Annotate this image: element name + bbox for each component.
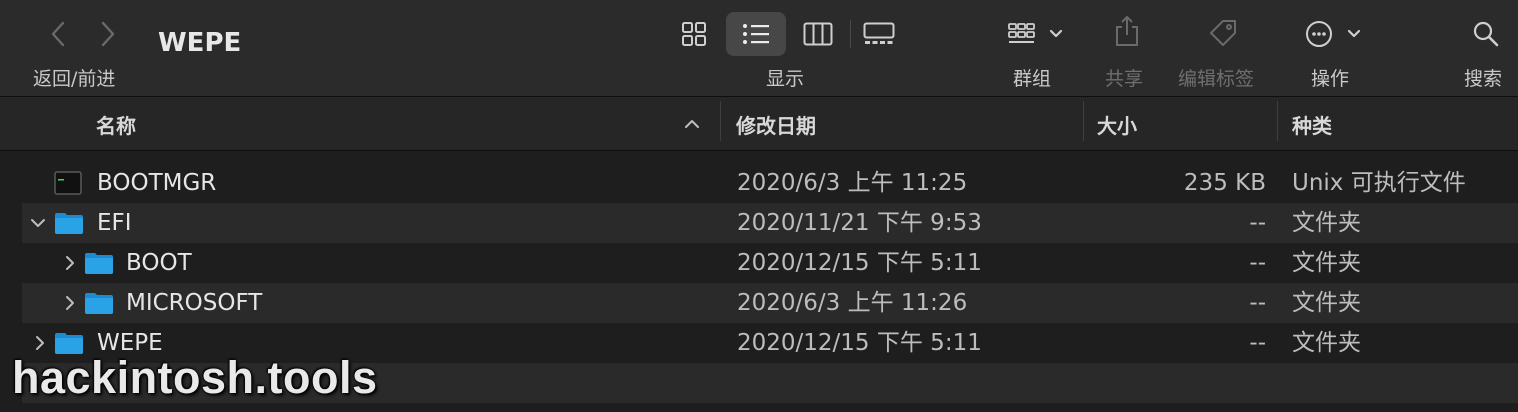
grid-view-icon: [682, 22, 706, 46]
file-size: --: [1249, 210, 1266, 236]
file-kind: Unix 可执行文件: [1292, 170, 1466, 196]
column-separator[interactable]: [1277, 101, 1278, 141]
share-label: 共享: [1105, 68, 1144, 90]
folder-icon: [54, 203, 84, 243]
column-separator[interactable]: [1083, 101, 1084, 141]
share-button[interactable]: [1112, 14, 1142, 48]
column-separator[interactable]: [720, 101, 721, 141]
column-view-button[interactable]: [802, 20, 834, 48]
file-name: BOOTMGR: [97, 170, 217, 196]
back-button[interactable]: [44, 20, 72, 48]
columns-view-icon: [803, 22, 833, 46]
column-header-name[interactable]: 名称: [96, 110, 136, 139]
column-header-modified[interactable]: 修改日期: [736, 110, 816, 139]
watermark-text: hackintosh.tools: [12, 352, 378, 403]
gallery-view-icon: [863, 22, 895, 44]
gallery-view-button[interactable]: [862, 20, 896, 48]
file-size: --: [1249, 250, 1266, 276]
file-name: BOOT: [126, 250, 192, 276]
file-date: 2020/6/3 上午 11:25: [737, 170, 968, 196]
group-button[interactable]: [1006, 20, 1070, 48]
file-date: 2020/12/15 下午 5:11: [737, 250, 982, 276]
file-size: --: [1249, 330, 1266, 356]
icon-view-button[interactable]: [680, 20, 708, 48]
view-label: 显示: [766, 68, 805, 90]
file-date: 2020/11/21 下午 9:53: [737, 210, 982, 236]
forward-button[interactable]: [94, 20, 122, 48]
list-view-icon: [743, 24, 769, 44]
tags-label: 编辑标签: [1178, 68, 1255, 90]
search-button[interactable]: [1470, 18, 1502, 50]
file-kind: 文件夹: [1292, 210, 1361, 236]
file-row-microsoft[interactable]: MICROSOFT 2020/6/3 上午 11:26 -- 文件夹: [22, 283, 1518, 323]
file-kind: 文件夹: [1292, 290, 1361, 316]
folder-icon: [84, 283, 114, 323]
file-kind: 文件夹: [1292, 250, 1361, 276]
nav-label: 返回/前进: [33, 68, 116, 90]
file-row-boot[interactable]: BOOT 2020/12/15 下午 5:11 -- 文件夹: [22, 243, 1518, 283]
file-date: 2020/12/15 下午 5:11: [737, 330, 982, 356]
group-label: 群组: [1013, 68, 1052, 90]
file-size: 235 KB: [1183, 170, 1266, 196]
tags-button[interactable]: [1206, 16, 1240, 50]
view-separator: [850, 20, 851, 48]
chevron-left-icon: [51, 21, 65, 47]
action-label: 操作: [1311, 68, 1350, 90]
file-name: EFI: [97, 210, 132, 236]
file-name: MICROSOFT: [126, 290, 263, 316]
group-icon: [1008, 23, 1063, 43]
file-date: 2020/6/3 上午 11:26: [737, 290, 968, 316]
executable-icon: [54, 163, 82, 203]
chevron-down-icon: [1049, 29, 1063, 38]
action-button[interactable]: [1304, 18, 1366, 50]
chevron-right-icon: [101, 21, 115, 47]
window-title: WEPE: [158, 28, 242, 58]
header-divider: [0, 150, 1518, 151]
column-header-kind[interactable]: 种类: [1292, 110, 1332, 139]
tag-icon: [1210, 20, 1236, 46]
disclosure-expanded-icon[interactable]: [28, 203, 48, 243]
file-size: --: [1249, 290, 1266, 316]
column-header-size[interactable]: 大小: [1097, 110, 1137, 139]
file-row-bootmgr[interactable]: BOOTMGR 2020/6/3 上午 11:25 235 KB Unix 可执…: [22, 163, 1518, 203]
disclosure-collapsed-icon[interactable]: [60, 243, 80, 283]
sort-ascending-icon[interactable]: [682, 114, 702, 134]
search-label: 搜索: [1464, 68, 1503, 90]
share-icon: [1116, 15, 1138, 46]
file-kind: 文件夹: [1292, 330, 1361, 356]
file-row-efi[interactable]: EFI 2020/11/21 下午 9:53 -- 文件夹: [22, 203, 1518, 243]
folder-icon: [84, 243, 114, 283]
list-view-button[interactable]: [740, 20, 772, 48]
ellipsis-circle-icon: [1306, 21, 1361, 47]
disclosure-collapsed-icon[interactable]: [60, 283, 80, 323]
search-icon: [1473, 21, 1499, 47]
